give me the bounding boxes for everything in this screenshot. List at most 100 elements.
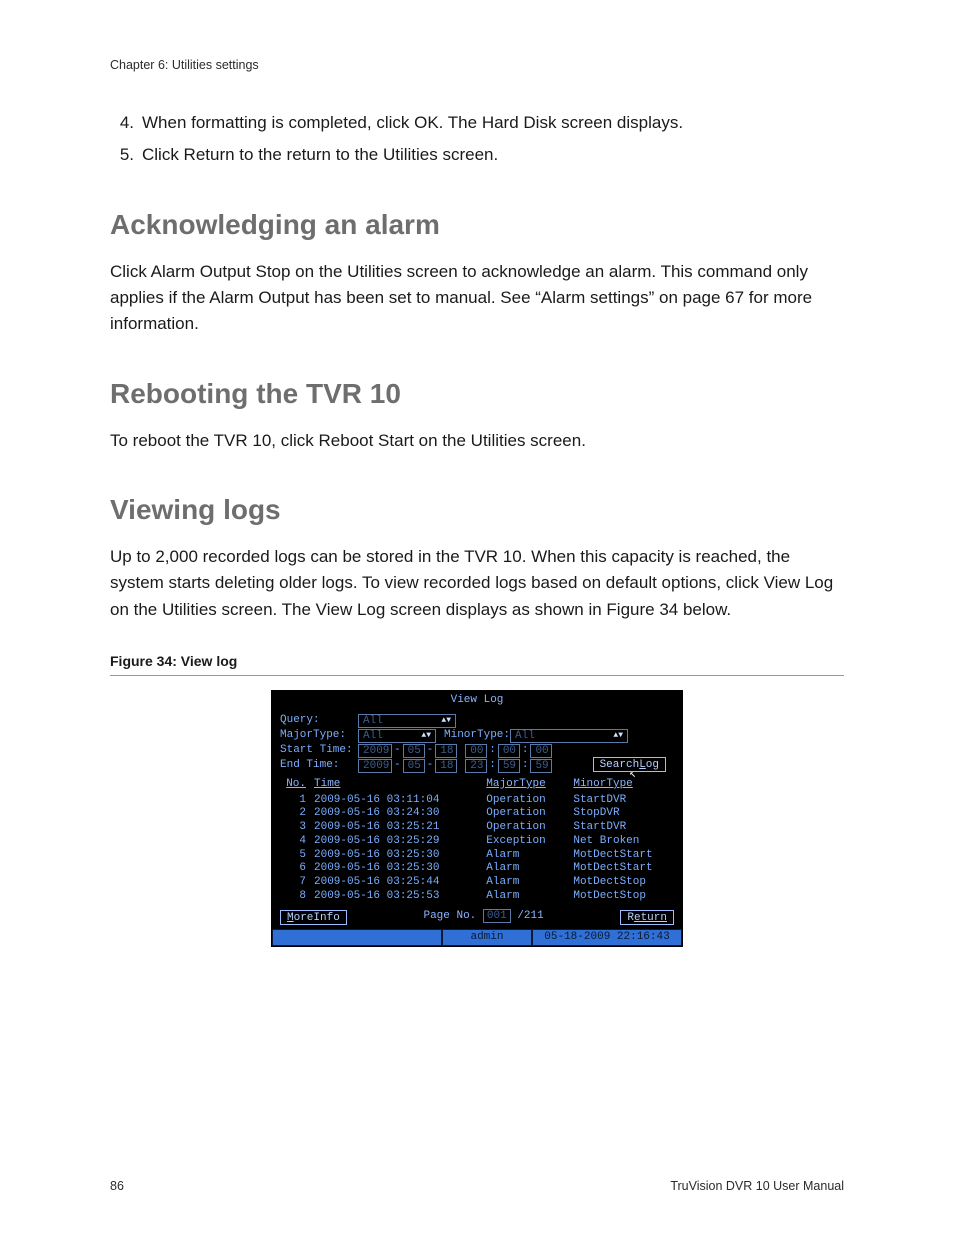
table-row[interactable]: 42009-05-16 03:25:29ExceptionNet Broken	[272, 835, 682, 849]
moreinfo-button[interactable]: MoreInfo	[280, 910, 347, 925]
step-item: 4. When formatting is completed, click O…	[110, 110, 844, 136]
page-footer: 86 TruVision DVR 10 User Manual	[110, 1179, 844, 1193]
col-minortype: MinorType	[569, 776, 682, 794]
status-user: admin	[442, 929, 532, 947]
cell-majortype: Operation	[482, 807, 569, 821]
label-majortype: MajorType:	[280, 729, 358, 743]
paragraph: To reboot the TVR 10, click Reboot Start…	[110, 428, 844, 454]
cell-time: 2009-05-16 03:25:30	[310, 862, 482, 876]
label-endtime: End Time:	[280, 759, 358, 773]
majortype-value: All	[363, 729, 383, 743]
page-number-field[interactable]: 001	[483, 909, 511, 923]
step-number: 4.	[110, 110, 142, 136]
chevron-updown-icon: ▲▼	[613, 729, 623, 743]
cell-no: 3	[272, 821, 310, 835]
cell-minortype: MotDectStart	[569, 862, 682, 876]
heading-rebooting: Rebooting the TVR 10	[110, 378, 844, 410]
start-month-field[interactable]: 05	[403, 744, 425, 758]
dvr-query-form: Query: All ▲▼ MajorType: All ▲▼ MinorTyp…	[272, 711, 682, 776]
manual-title: TruVision DVR 10 User Manual	[670, 1179, 844, 1193]
document-page: Chapter 6: Utilities settings 4. When fo…	[0, 0, 954, 1235]
query-value: All	[363, 714, 383, 728]
cell-time: 2009-05-16 03:25:44	[310, 876, 482, 890]
running-head: Chapter 6: Utilities settings	[110, 58, 844, 72]
start-year-field[interactable]: 2009	[358, 744, 392, 758]
cell-no: 6	[272, 862, 310, 876]
pager: Page No. 001 /211	[423, 910, 543, 924]
majortype-select[interactable]: All ▲▼	[358, 729, 436, 743]
label-minortype: MinorType:	[444, 729, 510, 743]
cell-minortype: StopDVR	[569, 807, 682, 821]
start-sec-field[interactable]: 00	[530, 744, 552, 758]
table-row[interactable]: 82009-05-16 03:25:53AlarmMotDectStop	[272, 890, 682, 904]
start-hour-field[interactable]: 00	[465, 744, 487, 758]
cell-majortype: Operation	[482, 794, 569, 808]
cell-minortype: MotDectStart	[569, 849, 682, 863]
cell-majortype: Alarm	[482, 876, 569, 890]
table-row[interactable]: 32009-05-16 03:25:21OperationStartDVR	[272, 821, 682, 835]
label-starttime: Start Time:	[280, 744, 358, 758]
cell-minortype: StartDVR	[569, 794, 682, 808]
start-day-field[interactable]: 18	[435, 744, 457, 758]
table-row[interactable]: 62009-05-16 03:25:30AlarmMotDectStart	[272, 862, 682, 876]
numbered-steps: 4. When formatting is completed, click O…	[110, 110, 844, 169]
cell-time: 2009-05-16 03:25:21	[310, 821, 482, 835]
end-min-field[interactable]: 59	[498, 759, 520, 773]
start-min-field[interactable]: 00	[498, 744, 520, 758]
cell-minortype: StartDVR	[569, 821, 682, 835]
table-row[interactable]: 72009-05-16 03:25:44AlarmMotDectStop	[272, 876, 682, 890]
paragraph: Click Alarm Output Stop on the Utilities…	[110, 259, 844, 338]
step-text: When formatting is completed, click OK. …	[142, 110, 844, 136]
heading-acknowledging-alarm: Acknowledging an alarm	[110, 209, 844, 241]
searchlog-button[interactable]: SearchLog	[593, 757, 666, 772]
log-table: No. Time MajorType MinorType 12009-05-16…	[272, 776, 682, 904]
cell-majortype: Operation	[482, 821, 569, 835]
step-number: 5.	[110, 142, 142, 168]
cell-majortype: Alarm	[482, 890, 569, 904]
cell-minortype: Net Broken	[569, 835, 682, 849]
cell-no: 5	[272, 849, 310, 863]
table-row[interactable]: 52009-05-16 03:25:30AlarmMotDectStart	[272, 849, 682, 863]
table-row[interactable]: 22009-05-16 03:24:30OperationStopDVR	[272, 807, 682, 821]
page-number: 86	[110, 1179, 124, 1193]
chevron-updown-icon: ▲▼	[421, 729, 431, 743]
minortype-select[interactable]: All ▲▼	[510, 729, 628, 743]
status-datetime: 05-18-2009 22:16:43	[532, 929, 682, 947]
cell-majortype: Alarm	[482, 862, 569, 876]
cell-no: 1	[272, 794, 310, 808]
end-month-field[interactable]: 05	[403, 759, 425, 773]
table-row[interactable]: 12009-05-16 03:11:04OperationStartDVR	[272, 794, 682, 808]
cell-no: 8	[272, 890, 310, 904]
cell-time: 2009-05-16 03:25:30	[310, 849, 482, 863]
cell-time: 2009-05-16 03:11:04	[310, 794, 482, 808]
heading-viewing-logs: Viewing logs	[110, 494, 844, 526]
step-text: Click Return to the return to the Utilit…	[142, 142, 844, 168]
end-year-field[interactable]: 2009	[358, 759, 392, 773]
chevron-updown-icon: ▲▼	[441, 714, 451, 728]
end-hour-field[interactable]: 23	[465, 759, 487, 773]
query-select[interactable]: All ▲▼	[358, 714, 456, 728]
end-sec-field[interactable]: 59	[530, 759, 552, 773]
cell-time: 2009-05-16 03:24:30	[310, 807, 482, 821]
cell-minortype: MotDectStop	[569, 890, 682, 904]
return-button[interactable]: Return	[620, 910, 674, 925]
dvr-bottom-bar: MoreInfo Page No. 001 /211 Return	[272, 904, 682, 929]
cell-majortype: Alarm	[482, 849, 569, 863]
cell-time: 2009-05-16 03:25:29	[310, 835, 482, 849]
cell-minortype: MotDectStop	[569, 876, 682, 890]
label-query: Query:	[280, 714, 358, 728]
col-no: No.	[272, 776, 310, 794]
step-item: 5. Click Return to the return to the Uti…	[110, 142, 844, 168]
cell-time: 2009-05-16 03:25:53	[310, 890, 482, 904]
col-time: Time	[310, 776, 482, 794]
end-day-field[interactable]: 18	[435, 759, 457, 773]
cell-no: 2	[272, 807, 310, 821]
cell-no: 4	[272, 835, 310, 849]
dvr-viewlog-window: View Log Query: All ▲▼ MajorType: All ▲▼…	[271, 690, 683, 947]
cell-no: 7	[272, 876, 310, 890]
dvr-statusbar: admin 05-18-2009 22:16:43	[272, 929, 682, 947]
cell-majortype: Exception	[482, 835, 569, 849]
minortype-value: All	[515, 729, 535, 743]
col-majortype: MajorType	[482, 776, 569, 794]
figure-screenshot: View Log Query: All ▲▼ MajorType: All ▲▼…	[110, 690, 844, 947]
